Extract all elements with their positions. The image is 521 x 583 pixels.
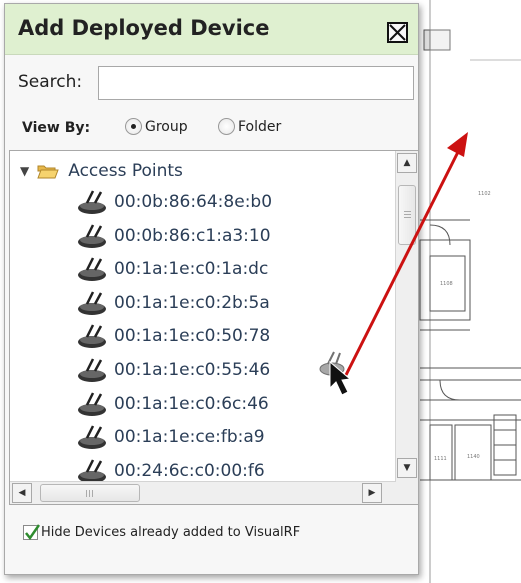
view-by-group-radio[interactable]: Group [125,118,188,135]
tree-node-access-points[interactable]: ▼ Access Points [20,161,183,181]
hide-devices-checkbox-row[interactable]: Hide Devices already added to VisualRF [23,524,301,540]
expand-triangle-icon[interactable]: ▼ [20,164,29,178]
access-point-icon [78,324,106,349]
svg-text:1140: 1140 [467,454,480,460]
access-point-icon [78,291,106,315]
dialog-title: Add Deployed Device [18,16,270,40]
device-row[interactable]: 00:1a:1e:c0:2b:5a [76,290,270,316]
device-row[interactable]: 00:1a:1e:c0:6c:46 [76,391,269,417]
device-mac-label: 00:1a:1e:c0:55:46 [114,360,271,380]
device-mac-label: 00:1a:1e:c0:6c:46 [114,393,269,414]
device-row[interactable]: 00:1a:1e:ce:fb:a9 [76,424,265,450]
checkmark-icon [25,524,40,540]
device-row[interactable]: 00:0b:86:64:8e:b0 [76,189,272,215]
scrollbar-corner [396,482,418,504]
tree-root-label: Access Points [68,161,183,181]
dialog-titlebar[interactable]: Add Deployed Device [5,4,418,55]
device-mac-label: 00:0b:86:64:8e:b0 [114,192,273,212]
device-row[interactable]: 00:0b:86:c1:a3:10 [76,223,271,249]
device-row[interactable]: 00:24:6c:c0:00:f6 [76,458,265,484]
scroll-up-arrow-icon[interactable]: ▲ [397,153,417,173]
access-point-icon [78,224,106,248]
svg-text:1102: 1102 [478,191,491,197]
view-by-folder-radio[interactable]: Folder [218,118,281,135]
access-point-icon [78,358,106,382]
device-mac-label: 00:0b:86:c1:a3:10 [114,225,271,246]
device-mac-label: 00:1a:1e:ce:fb:a9 [114,427,265,448]
scroll-right-arrow-icon[interactable]: ▶ [362,483,382,503]
device-mac-label: 00:1a:1e:c0:50:78 [114,326,271,347]
svg-text:1111: 1111 [434,456,447,462]
vertical-scrollbar[interactable]: ▲ ▼ [395,151,418,483]
close-x-icon [389,24,406,41]
view-by-folder-label: Folder [238,118,282,135]
view-by-group-label: Group [145,118,188,135]
device-row[interactable]: 00:1a:1e:c0:55:46 [76,357,270,383]
horizontal-scroll-thumb[interactable] [40,484,140,502]
device-tree-list[interactable]: ▼ Access Points 00:0b:86:64:8e:b0 00:0b:8… [9,150,419,505]
hide-devices-checkbox[interactable] [23,524,40,540]
scroll-left-arrow-icon[interactable]: ◀ [12,483,32,503]
svg-text:1108: 1108 [440,281,453,287]
device-mac-label: 00:24:6c:c0:00:f6 [114,460,265,481]
search-label: Search: [18,72,83,92]
access-point-icon [78,392,106,416]
radio-unselected-icon [218,118,235,135]
device-mac-label: 00:1a:1e:c0:1a:dc [114,259,269,280]
vertical-scroll-thumb[interactable] [398,185,416,245]
access-point-icon [78,190,106,214]
folder-open-icon [37,165,59,179]
radio-selected-icon [125,118,142,135]
access-point-icon [78,459,106,483]
access-point-icon [78,425,106,450]
search-input[interactable] [98,66,414,100]
hide-devices-label: Hide Devices already added to VisualRF [41,525,301,540]
scroll-down-arrow-icon[interactable]: ▼ [397,458,417,478]
device-mac-label: 00:1a:1e:c0:2b:5a [114,292,270,313]
horizontal-scrollbar[interactable]: ◀ ▶ [10,481,396,504]
device-row[interactable]: 00:1a:1e:c0:50:78 [76,323,270,349]
add-deployed-device-dialog: Add Deployed Device Search: View By: Gro… [4,3,419,575]
access-point-icon [78,257,106,282]
device-row[interactable]: 00:1a:1e:c0:1a:dc [76,256,268,282]
close-button[interactable] [387,22,408,43]
view-by-label: View By: [22,120,91,136]
